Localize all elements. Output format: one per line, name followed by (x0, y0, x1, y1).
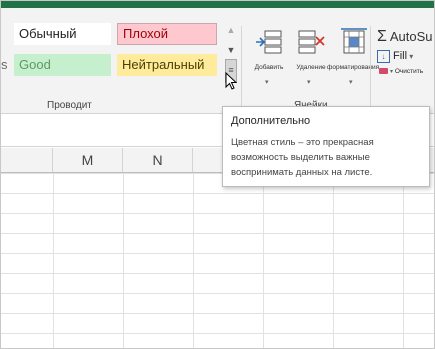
format-label: форматирования (327, 64, 380, 71)
cell-grid[interactable] (1, 173, 434, 348)
style-good[interactable]: Good (14, 54, 111, 76)
chevron-down-icon[interactable]: ▾ (307, 78, 311, 86)
mouse-cursor-icon (225, 72, 238, 90)
group-separator (370, 26, 371, 112)
tooltip-body: Цветная стиль – это прекрасная возможнос… (231, 137, 374, 178)
column-header-m[interactable]: M (53, 148, 123, 172)
autosum-button[interactable]: Σ AutoSu (377, 28, 433, 46)
fill-label: Fill (393, 50, 408, 62)
delete-cells-button[interactable]: Удаление (291, 26, 331, 76)
clear-button[interactable]: ▾ Очистить (379, 68, 423, 75)
format-cells-button[interactable]: форматирования (327, 26, 379, 76)
autosum-label: AutoSu (389, 29, 433, 44)
tooltip-title: Дополнительно (231, 115, 311, 127)
column-header-n[interactable]: N (123, 148, 193, 172)
chevron-down-icon: ▾ (390, 69, 394, 75)
insert-cells-button[interactable]: Добавить (249, 26, 289, 76)
excel-window: s Обычный Плохой Good Нейтральный ▲ ▼ ≡ … (0, 0, 435, 349)
tooltip: Дополнительно Цветная стиль – это прекра… (222, 106, 430, 187)
styles-group-label: Проводит (47, 100, 92, 111)
format-cells-icon (341, 28, 367, 54)
insert-cells-icon (256, 30, 282, 54)
column-header-partial[interactable] (1, 148, 53, 172)
style-normal[interactable]: Обычный (14, 23, 111, 45)
ribbon: s Обычный Плохой Good Нейтральный ▲ ▼ ≡ … (1, 8, 434, 114)
style-neutral[interactable]: Нейтральный (117, 54, 217, 76)
clear-label: Очистить (394, 68, 424, 75)
style-bad[interactable]: Плохой (117, 23, 217, 45)
sigma-icon: Σ (377, 28, 387, 45)
chevron-down-icon: ▾ (407, 52, 414, 61)
fill-button[interactable]: ↓ Fill ▾ (377, 50, 413, 63)
group-separator (241, 26, 242, 112)
delete-cells-icon (298, 30, 325, 54)
fill-down-icon: ↓ (377, 50, 390, 63)
chevron-down-icon[interactable]: ▾ (265, 78, 269, 86)
gallery-scroll-up-button[interactable]: ▲ (225, 21, 237, 39)
chevron-down-icon[interactable]: ▾ (349, 78, 353, 86)
style-item-partial[interactable]: s (1, 54, 11, 76)
eraser-icon (379, 68, 388, 75)
cell-styles-gallery: s Обычный Плохой Good Нейтральный ▲ ▼ ≡ (1, 1, 237, 83)
gallery-scroll-down-button[interactable]: ▼ (225, 41, 237, 59)
